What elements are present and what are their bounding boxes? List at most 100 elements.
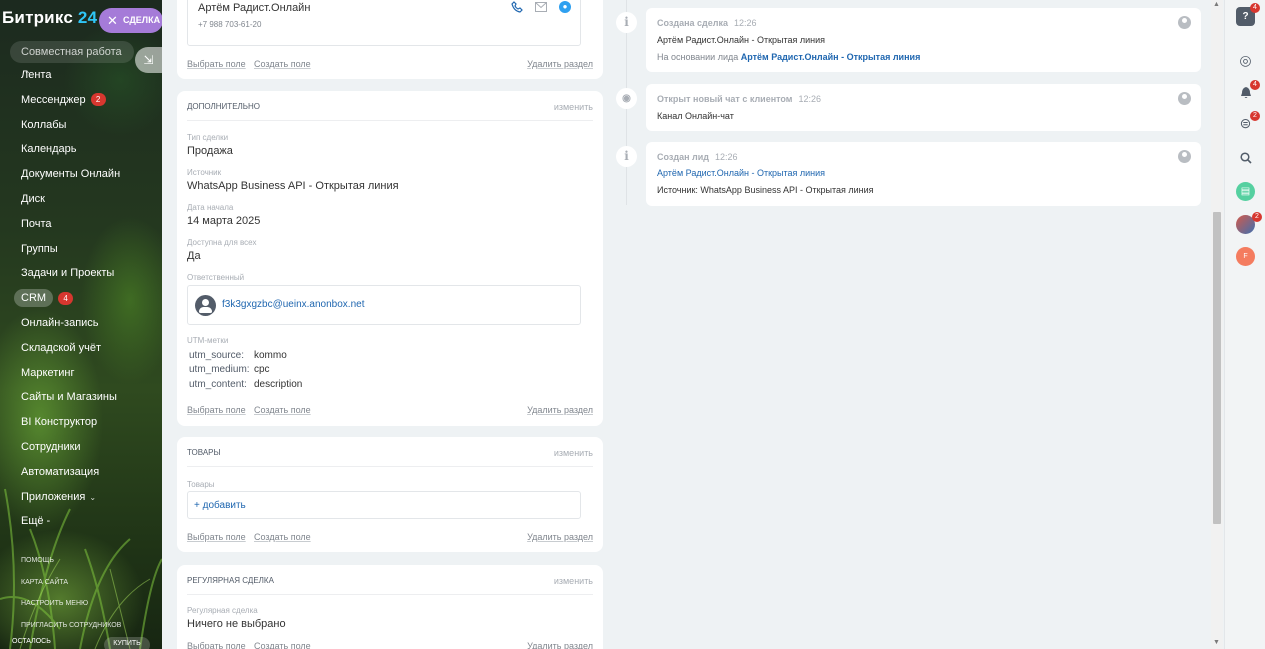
regular-deal-value[interactable]: Ничего не выбрано (187, 618, 286, 630)
counter-badge: 2 (90, 93, 106, 107)
menu-item-label: Маркетинг (21, 366, 75, 379)
scrollbar-thumb[interactable] (1213, 212, 1221, 524)
section-header: РЕГУЛЯРНАЯ СДЕЛКА изменить (187, 565, 593, 595)
deal-tab-pill[interactable]: ✕ СДЕЛКА (99, 8, 162, 33)
delete-section-link[interactable]: Удалить раздел (527, 59, 593, 69)
section-title: ТОВАРЫ (187, 448, 221, 457)
products-section: ТОВАРЫ изменить Товары + добавить Выбрат… (177, 437, 603, 552)
utm-row: utm_content: description (189, 379, 302, 390)
menu-group-collaboration[interactable]: Совместная работа ⌃ (10, 41, 134, 79)
main-menu: Лента Мессенджер 2 Коллабы Календарь Доку… (0, 63, 162, 534)
buy-button[interactable]: КУПИТЬ (104, 637, 150, 649)
deal-pill-label: СДЕЛКА (123, 15, 161, 25)
menu-item-label: Коллабы (21, 118, 67, 131)
menu-item-disk[interactable]: Диск (0, 187, 162, 212)
menu-item-documents[interactable]: Документы Онлайн (0, 162, 162, 187)
copilot-icon[interactable]: ◎ (1236, 51, 1255, 70)
license-bar: ОСТАЛОСЬ КУПИТЬ (0, 634, 162, 649)
menu-item-employees[interactable]: Сотрудники (0, 435, 162, 460)
lead-title-link[interactable]: Артём Радист.Онлайн - Открытая линия (657, 168, 825, 178)
configure-menu-link[interactable]: НАСТРОИТЬ МЕНЮ (21, 596, 121, 618)
responsible-user-link[interactable]: f3k3gxgzbc@ueinx.anonbox.net (222, 299, 364, 310)
timestamp: 12:26 (714, 152, 738, 162)
section-title: РЕГУЛЯРНАЯ СДЕЛКА (187, 576, 274, 585)
menu-item-mail[interactable]: Почта (0, 212, 162, 237)
contact-phone[interactable]: +7 988 703-61-20 (198, 20, 261, 29)
scroll-up-icon[interactable]: ▲ (1213, 1, 1220, 8)
delete-section-link[interactable]: Удалить раздел (527, 532, 593, 542)
help-link[interactable]: ПОМОЩЬ (21, 553, 121, 575)
menu-item-inventory[interactable]: Складской учёт (0, 336, 162, 361)
timeline-item-text: Канал Онлайн-чат (657, 111, 734, 121)
tasks-app-icon[interactable]: ▤ (1236, 182, 1255, 201)
user-icon[interactable] (1178, 16, 1191, 29)
responsible-box[interactable]: f3k3gxgzbc@ueinx.anonbox.net (187, 285, 581, 325)
contact-name[interactable]: Артём Радист.Онлайн (198, 2, 310, 14)
field-label: Товары (187, 480, 215, 489)
scroll-down-icon[interactable]: ▼ (1213, 639, 1220, 646)
delete-section-link[interactable]: Удалить раздел (527, 641, 593, 649)
menu-item-label: Группы (21, 242, 58, 255)
chat-icon[interactable]: ● (559, 1, 571, 13)
title-text: Создан лид (657, 152, 709, 162)
avatar-badge: 2 (1252, 212, 1262, 222)
menu-item-sites[interactable]: Сайты и Магазины (0, 385, 162, 410)
menu-item-messenger[interactable]: Мессенджер 2 (0, 88, 162, 113)
bitrix24-logo[interactable]: Битрикс 24 (2, 8, 97, 28)
menu-item-marketing[interactable]: Маркетинг (0, 361, 162, 386)
phone-icon[interactable] (511, 1, 523, 13)
chat-bubble-icon: ◉ (616, 88, 637, 109)
menu-item-groups[interactable]: Группы (0, 237, 162, 262)
choose-field-link[interactable]: Выбрать поле (187, 405, 246, 415)
choose-field-link[interactable]: Выбрать поле (187, 59, 246, 69)
field-label: Тип сделки (187, 133, 229, 142)
utm-key: utm_content: (189, 379, 247, 390)
edit-section-link[interactable]: изменить (554, 576, 593, 586)
menu-item-label: Автоматизация (21, 465, 100, 478)
menu-item-booking[interactable]: Онлайн-запись (0, 311, 162, 336)
title-text: Создана сделка (657, 18, 728, 28)
create-field-link[interactable]: Создать поле (254, 532, 311, 542)
menu-item-bi[interactable]: BI Конструктор (0, 410, 162, 435)
user-icon[interactable] (1178, 150, 1191, 163)
menu-item-automation[interactable]: Автоматизация (0, 460, 162, 485)
deal-type-value[interactable]: Продажа (187, 145, 233, 157)
sitemap-link[interactable]: КАРТА САЙТА (21, 575, 121, 597)
field-label: Регулярная сделка (187, 606, 258, 615)
create-field-link[interactable]: Создать поле (254, 641, 311, 649)
create-field-link[interactable]: Создать поле (254, 59, 311, 69)
section-title: ДОПОЛНИТЕЛЬНО (187, 102, 261, 111)
counter-badge: 4 (58, 291, 74, 305)
menu-item-label: Календарь (21, 143, 77, 156)
start-date-value[interactable]: 14 марта 2025 (187, 215, 260, 227)
edit-section-link[interactable]: изменить (554, 448, 593, 458)
add-product-link[interactable]: + добавить (194, 500, 246, 511)
user-avatar[interactable]: F (1236, 247, 1255, 266)
search-icon[interactable] (1236, 149, 1255, 168)
edit-section-link[interactable]: изменить (554, 102, 593, 112)
create-field-link[interactable]: Создать поле (254, 405, 311, 415)
menu-item-apps[interactable]: Приложения ⌄ (0, 485, 162, 510)
available-value[interactable]: Да (187, 250, 201, 262)
menu-item-collabs[interactable]: Коллабы (0, 113, 162, 138)
menu-item-feed[interactable]: Лента (0, 63, 162, 88)
user-icon[interactable] (1178, 92, 1191, 105)
source-value[interactable]: WhatsApp Business API - Открытая линия (187, 180, 399, 192)
choose-field-link[interactable]: Выбрать поле (187, 641, 246, 649)
menu-item-crm[interactable]: CRM 4 (0, 286, 162, 311)
timestamp: 12:26 (798, 94, 821, 104)
timeline-item-title: Открыт новый чат с клиентом 12:26 (657, 94, 821, 104)
mail-icon[interactable] (535, 2, 547, 12)
choose-field-link[interactable]: Выбрать поле (187, 532, 246, 542)
menu-item-label: Документы Онлайн (21, 168, 121, 181)
info-icon: i (616, 146, 637, 167)
main-scrollbar[interactable]: ▲ ▼ (1211, 0, 1223, 649)
delete-section-link[interactable]: Удалить раздел (527, 405, 593, 415)
lead-link[interactable]: Артём Радист.Онлайн - Открытая линия (741, 52, 921, 62)
close-icon[interactable]: ✕ (107, 8, 118, 33)
menu-item-label: CRM (14, 289, 54, 308)
menu-item-calendar[interactable]: Календарь (0, 137, 162, 162)
field-label: Ответственный (187, 273, 245, 282)
menu-item-tasks[interactable]: Задачи и Проекты (0, 261, 162, 286)
menu-item-more[interactable]: Ещё - (0, 509, 162, 534)
